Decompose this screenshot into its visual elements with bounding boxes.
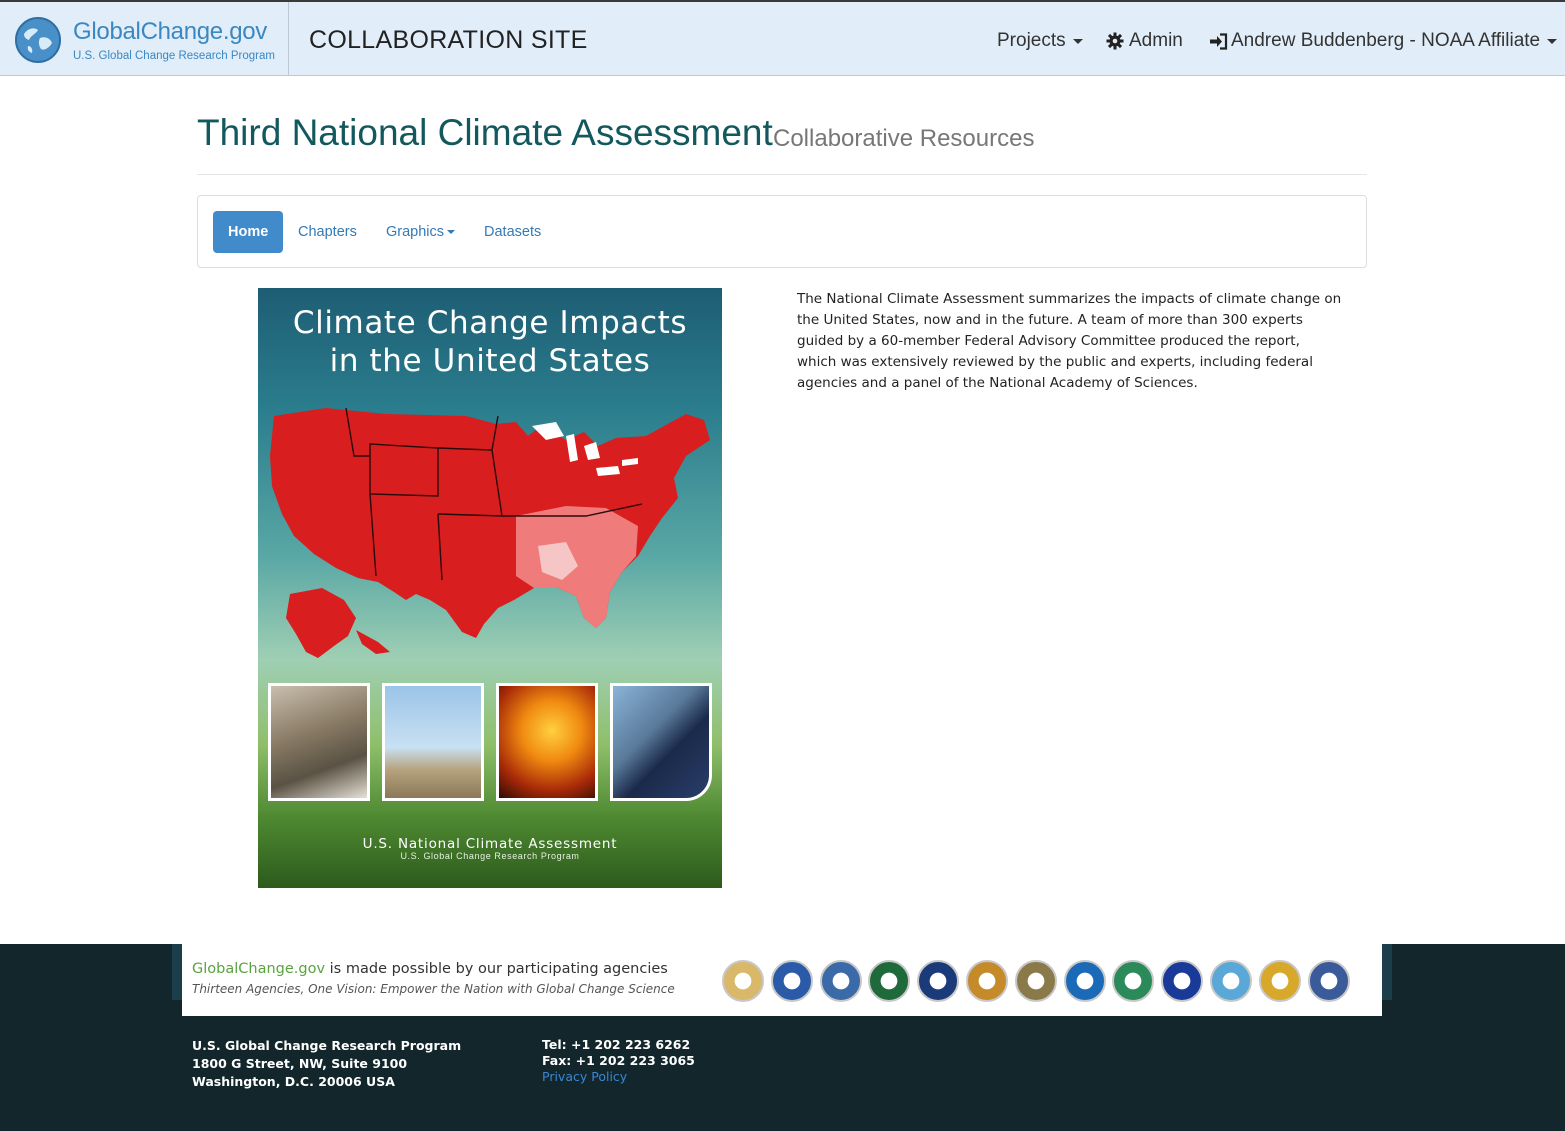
brand-logo-link[interactable]: GlobalChange.gov U.S. Global Change Rese… — [0, 2, 289, 76]
tab-chapters-label: Chapters — [298, 224, 357, 240]
agency-statement-rest: is made possible by our participating ag… — [325, 961, 668, 977]
footer-address-line1: 1800 G Street, NW, Suite 9100 — [192, 1056, 408, 1071]
site-title: COLLABORATION SITE — [309, 26, 588, 54]
agency-seal-icon[interactable] — [819, 960, 862, 1002]
gear-icon — [1106, 32, 1124, 50]
agency-seal-icon[interactable] — [1210, 960, 1252, 1002]
intro-paragraph: The National Climate Assessment summariz… — [797, 291, 1342, 391]
admin-label: Admin — [1129, 30, 1183, 51]
admin-link[interactable]: Admin — [1106, 30, 1183, 52]
cover-photo-strip — [268, 683, 712, 801]
brand-subtitle: U.S. Global Change Research Program — [73, 50, 275, 62]
band-edge-right — [1382, 944, 1392, 1000]
privacy-policy-link[interactable]: Privacy Policy — [542, 1069, 695, 1085]
agency-seal-icon[interactable] — [868, 960, 911, 1002]
agency-brand: GlobalChange.gov — [192, 961, 326, 977]
agency-seal-icon[interactable] — [917, 960, 960, 1002]
footer-contact: Tel: +1 202 223 6262 Fax: +1 202 223 306… — [542, 1037, 695, 1085]
footer-address-line2: Washington, D.C. 20006 USA — [192, 1074, 395, 1089]
agency-seal-icon[interactable] — [966, 960, 1008, 1002]
caret-down-icon — [1072, 38, 1083, 44]
chevron-down-icon — [1547, 38, 1558, 44]
section-nav: Home Chapters Graphics Datasets — [197, 195, 1367, 268]
footer-fax: Fax: +1 202 223 3065 — [542, 1053, 695, 1068]
page-subtitle: Collaborative Resources — [773, 125, 1035, 152]
tab-home-label: Home — [228, 224, 269, 240]
agency-tagline: Thirteen Agencies, One Vision: Empower t… — [192, 982, 675, 996]
agency-seal-icon[interactable] — [1014, 960, 1057, 1002]
tab-home[interactable]: Home — [213, 211, 284, 253]
footer-tel: Tel: +1 202 223 6262 — [542, 1037, 691, 1052]
globe-logo-icon — [15, 17, 61, 63]
agency-seal-icon[interactable] — [1258, 960, 1301, 1002]
tab-datasets[interactable]: Datasets — [469, 211, 556, 253]
user-menu[interactable]: Andrew Buddenberg - NOAA Affiliate — [1209, 30, 1558, 52]
top-navbar: GlobalChange.gov U.S. Global Change Rese… — [0, 0, 1565, 76]
agency-band: GlobalChange.gov is made possible by our… — [182, 944, 1382, 1016]
tab-chapters[interactable]: Chapters — [283, 211, 372, 253]
photo-oil-pump-wind-turbine — [382, 683, 484, 801]
photo-sandbags — [268, 683, 370, 801]
cover-footer-subtitle: U.S. Global Change Research Program — [400, 851, 580, 861]
agency-seal-icon[interactable] — [770, 960, 813, 1002]
agency-seal-icon[interactable] — [1112, 960, 1155, 1002]
photo-solar-panel — [610, 683, 712, 801]
agency-seal-icon[interactable] — [1161, 960, 1204, 1002]
caret-down-icon — [447, 230, 456, 235]
cover-title-line1: Climate Change Impacts — [292, 305, 688, 341]
tab-graphics[interactable]: Graphics — [371, 211, 470, 253]
cover-footer: U.S. National Climate Assessment — [362, 836, 618, 852]
footer-org-name: U.S. Global Change Research Program — [192, 1038, 462, 1053]
agency-seal-icon[interactable] — [1063, 960, 1106, 1002]
projects-label: Projects — [997, 30, 1066, 51]
sign-in-icon — [1210, 32, 1228, 50]
photo-firefighter — [496, 683, 598, 801]
user-label: Andrew Buddenberg - NOAA Affiliate — [1231, 30, 1541, 51]
brand-name: GlobalChange.gov — [73, 18, 268, 45]
us-temperature-map — [270, 407, 710, 658]
cover-title-line2: in the United States — [329, 343, 651, 379]
page-title: Third National Climate Assessment — [197, 112, 773, 153]
agency-seal-icon[interactable] — [1307, 960, 1350, 1002]
report-cover-image: Climate Change Impacts in the United Sta… — [258, 288, 722, 888]
band-edge-left — [172, 944, 182, 1000]
tab-graphics-label: Graphics — [386, 224, 445, 240]
tab-datasets-label: Datasets — [484, 224, 542, 240]
site-footer: GlobalChange.gov is made possible by our… — [0, 944, 1565, 1131]
projects-menu[interactable]: Projects — [997, 30, 1083, 52]
footer-address: U.S. Global Change Research Program 1800… — [192, 1037, 461, 1091]
page-header: Third National Climate Assessment Collab… — [197, 112, 1367, 175]
agency-seal-icon[interactable] — [722, 960, 764, 1002]
cover-title: Climate Change Impacts in the United Sta… — [258, 304, 722, 380]
agency-statement: GlobalChange.gov is made possible by our… — [192, 961, 668, 977]
